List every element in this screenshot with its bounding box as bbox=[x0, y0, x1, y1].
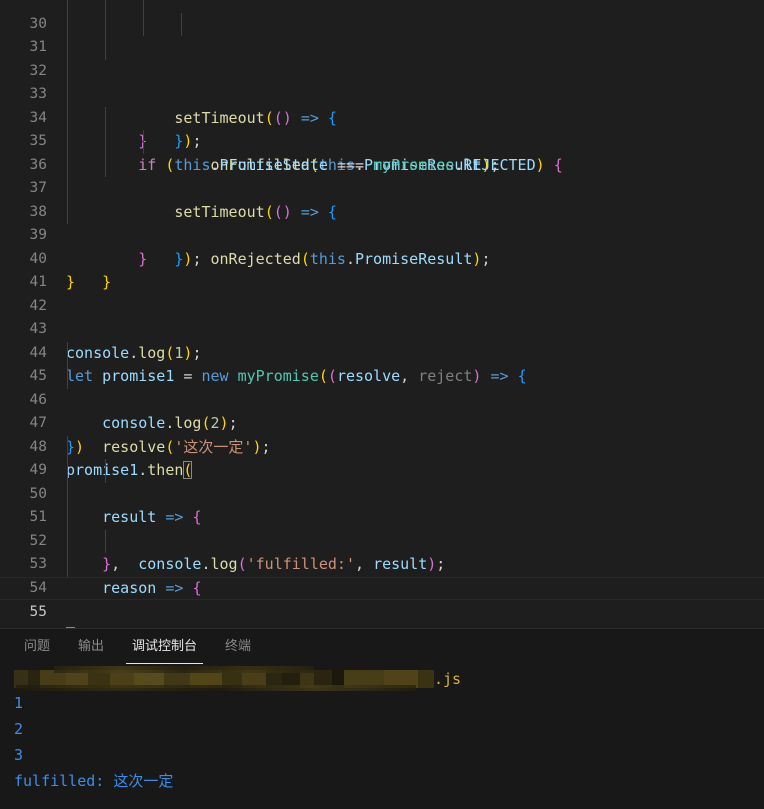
indent-guide bbox=[143, 12, 144, 36]
code-line[interactable]: 33 } bbox=[0, 59, 764, 150]
code-line[interactable]: 31 onFulfilled(this.PromiseResult); bbox=[0, 12, 764, 174]
indent-guide bbox=[105, 459, 106, 483]
indent-guide bbox=[67, 459, 68, 483]
code-line[interactable]: 52 reason => { bbox=[0, 506, 764, 597]
panel-tab-bar: 问题 输出 调试控制台 终端 bbox=[0, 629, 764, 664]
indent-guide bbox=[67, 200, 68, 224]
code-lines[interactable]: 30 setTimeout(() => { 31 onFulfilled(thi… bbox=[0, 0, 764, 629]
indent-guide bbox=[67, 365, 68, 389]
code-editor[interactable]: 30 setTimeout(() => { 31 onFulfilled(thi… bbox=[0, 0, 764, 628]
indent-guide bbox=[67, 177, 68, 201]
indent-guide bbox=[105, 106, 106, 130]
code-line[interactable]: 45 console.log(2); bbox=[0, 341, 764, 432]
code-line[interactable]: 39 } bbox=[0, 200, 764, 291]
indent-guide bbox=[67, 106, 68, 130]
code-line[interactable]: 41 bbox=[0, 248, 764, 290]
indent-guide bbox=[67, 59, 68, 83]
console-output-line: 3 bbox=[14, 746, 24, 764]
code-line[interactable]: 56 console.log(3); bbox=[0, 600, 764, 629]
indent-guide bbox=[67, 36, 68, 60]
indent-guide bbox=[105, 130, 106, 154]
indent-guide bbox=[143, 130, 144, 154]
bottom-panel: 问题 输出 调试控制台 终端 .js 1 2 3 fulfilled: 这次一定 bbox=[0, 628, 764, 809]
tab-terminal[interactable]: 终端 bbox=[211, 629, 265, 664]
code-line[interactable]: 50 console.log('fulfilled:', result); bbox=[0, 459, 764, 573]
code-line[interactable]: 53 console.log('rejected:', reason) bbox=[0, 529, 764, 628]
console-output-line: 2 bbox=[14, 720, 24, 738]
tab-terminal-label: 终端 bbox=[225, 639, 252, 654]
indent-guide bbox=[67, 12, 68, 36]
code-line[interactable]: 44 let promise1 = new myPromise((resolve… bbox=[0, 318, 764, 386]
tab-problems-label: 问题 bbox=[24, 639, 51, 654]
indent-guide bbox=[67, 506, 68, 530]
code-line[interactable]: 37 }); bbox=[0, 153, 764, 268]
code-line[interactable]: 34 if (this.PromiseState === myPromise.R… bbox=[0, 83, 764, 174]
indent-guide bbox=[67, 553, 68, 577]
code-line[interactable]: 49 result => { bbox=[0, 435, 764, 526]
indent-guide bbox=[105, 12, 106, 36]
indent-guide bbox=[67, 341, 68, 365]
indent-guide bbox=[105, 36, 106, 60]
indent-guide bbox=[67, 0, 68, 13]
code-line[interactable]: 40 } bbox=[0, 224, 764, 292]
indent-guide bbox=[67, 482, 68, 506]
code-line[interactable]: 38 } bbox=[0, 177, 764, 268]
indent-guide bbox=[105, 153, 106, 177]
console-output-line: 1 bbox=[14, 694, 24, 712]
tab-debug-console-label: 调试控制台 bbox=[132, 639, 198, 654]
tab-output-label: 输出 bbox=[78, 639, 105, 654]
indent-guide bbox=[67, 83, 68, 107]
code-line[interactable]: 48 promise1.then( bbox=[0, 412, 764, 479]
tab-output[interactable]: 输出 bbox=[64, 629, 118, 664]
code-line[interactable]: 54 } bbox=[0, 553, 764, 628]
indent-guide bbox=[67, 435, 68, 459]
console-file-path-line: .js bbox=[14, 666, 764, 691]
code-line[interactable]: 51 }, bbox=[0, 482, 764, 573]
tab-debug-console[interactable]: 调试控制台 bbox=[118, 629, 211, 664]
indent-guide bbox=[181, 12, 182, 36]
console-file-path-extension: .js bbox=[434, 670, 462, 688]
code-line[interactable]: 43 console.log(1); bbox=[0, 295, 764, 362]
indent-guide bbox=[143, 0, 144, 13]
indent-guide bbox=[105, 0, 106, 13]
indent-guide bbox=[105, 529, 106, 553]
indent-guide bbox=[67, 153, 68, 177]
code-line[interactable]: 47 }) bbox=[0, 389, 764, 456]
tab-problems[interactable]: 问题 bbox=[10, 629, 64, 664]
code-line[interactable]: 36 onRejected(this.PromiseResult); bbox=[0, 130, 764, 268]
indent-guide bbox=[67, 529, 68, 553]
redacted-file-path bbox=[14, 666, 434, 691]
code-line-active[interactable]: 55 ) bbox=[0, 576, 764, 628]
indent-guide bbox=[67, 130, 68, 154]
code-line[interactable]: 35 setTimeout(() => { bbox=[0, 106, 764, 221]
code-line[interactable]: 32 }); bbox=[0, 36, 764, 150]
debug-console-output[interactable]: .js 1 2 3 fulfilled: 这次一定 bbox=[0, 664, 764, 809]
code-line[interactable]: 46 resolve('这次一定'); bbox=[0, 365, 764, 456]
console-output-line: fulfilled: 这次一定 bbox=[14, 772, 174, 790]
code-line[interactable]: 42 bbox=[0, 271, 764, 314]
code-line[interactable]: 30 setTimeout(() => { bbox=[0, 0, 764, 127]
